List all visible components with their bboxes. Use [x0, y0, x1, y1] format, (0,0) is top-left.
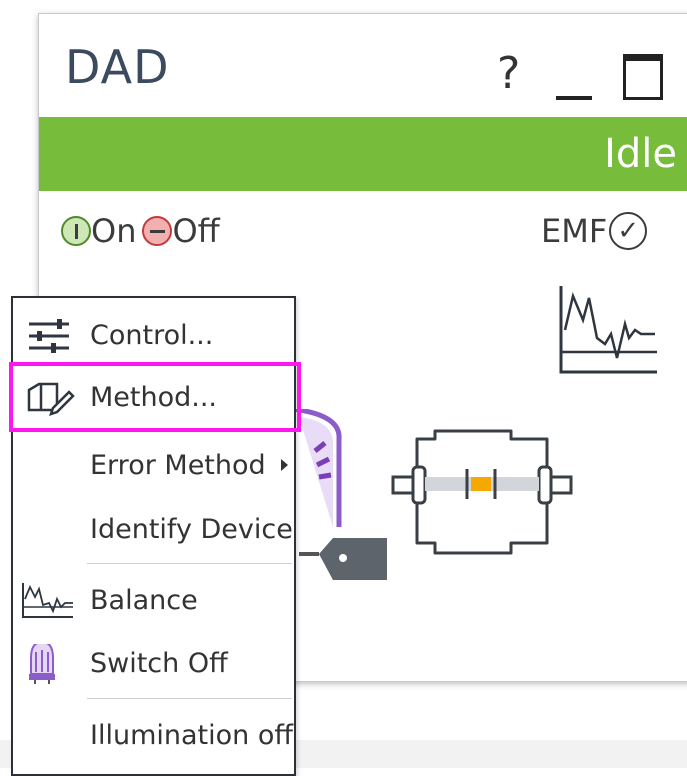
emf-status[interactable]: EMF ✓: [541, 211, 648, 251]
submenu-arrow-icon: [281, 459, 288, 471]
menu-item-label: Balance: [90, 585, 198, 616]
menu-item-switch-off[interactable]: Switch Off: [13, 636, 294, 692]
power-controls: On Off: [61, 211, 220, 251]
menu-item-method[interactable]: Method...: [13, 370, 294, 426]
balance-chart-icon[interactable]: [557, 284, 661, 376]
menu-item-error-method[interactable]: Error Method: [13, 438, 294, 494]
menu-item-control[interactable]: Control...: [13, 308, 294, 364]
sliders-icon: [29, 319, 69, 353]
status-bar: Idle: [39, 117, 687, 191]
emf-label: EMF: [541, 212, 608, 250]
tag-icon: [299, 538, 387, 580]
menu-item-label: Error Method: [90, 450, 266, 481]
lamp-icon: [29, 644, 55, 684]
check-icon: ✓: [609, 212, 648, 250]
method-edit-icon: [27, 382, 75, 416]
menu-item-label: Control...: [90, 320, 214, 351]
maximize-button[interactable]: [623, 54, 663, 100]
menu-item-balance[interactable]: Balance: [13, 573, 294, 629]
module-title: DAD: [65, 40, 170, 94]
menu-item-label: Identify Device: [90, 514, 293, 545]
help-button[interactable]: ?: [497, 52, 520, 96]
status-text: Idle: [604, 131, 677, 177]
flow-cell-icon: [391, 429, 573, 555]
lamp-icon: [292, 409, 342, 527]
menu-separator: [87, 698, 292, 699]
on-icon[interactable]: [61, 216, 91, 246]
menu-item-illumination-off[interactable]: Illumination off: [13, 708, 294, 764]
menu-item-label: Illumination off: [90, 720, 293, 751]
off-label[interactable]: Off: [172, 212, 219, 250]
menu-item-identify-device[interactable]: Identify Device: [13, 502, 294, 558]
minimize-button[interactable]: [554, 54, 594, 100]
on-label[interactable]: On: [91, 212, 136, 250]
menu-item-label: Switch Off: [90, 648, 228, 679]
context-menu: Control... Method... Error Method Identi…: [11, 296, 296, 776]
menu-item-label: Method...: [90, 382, 218, 413]
menu-separator: [87, 563, 292, 564]
off-icon[interactable]: [142, 216, 173, 246]
balance-chart-icon: [22, 583, 73, 618]
